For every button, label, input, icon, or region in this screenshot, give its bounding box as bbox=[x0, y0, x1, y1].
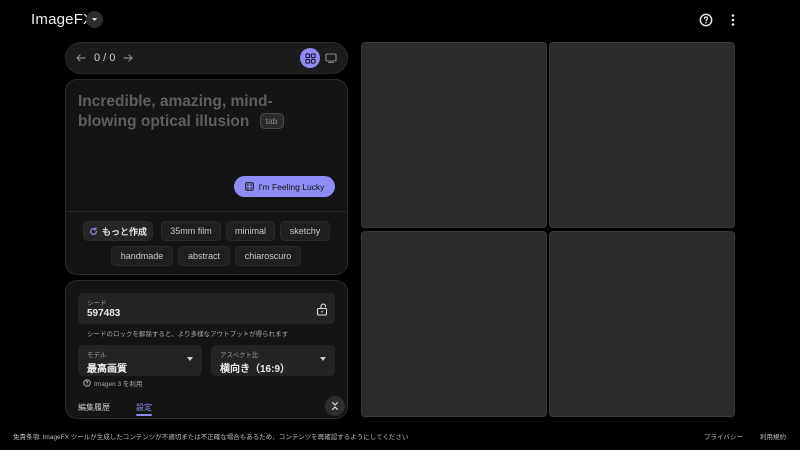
feeling-lucky-button[interactable]: I'm Feeling Lucky bbox=[234, 176, 335, 197]
seed-value[interactable]: 597483 bbox=[87, 308, 120, 319]
style-chip-minimal[interactable]: minimal bbox=[226, 221, 275, 241]
prompt-panel: Incredible, amazing, mind-blowing optica… bbox=[65, 79, 348, 275]
app-switcher-button[interactable] bbox=[86, 11, 103, 28]
prompt-divider bbox=[66, 211, 347, 212]
image-slot-2[interactable] bbox=[549, 42, 735, 228]
seed-field[interactable]: シード 597483 bbox=[78, 293, 335, 324]
tab-key-hint: tab bbox=[259, 113, 284, 129]
aspect-ratio-select[interactable]: アスペクト比 横向き（16:9） bbox=[211, 345, 335, 376]
style-chip-chiaroscuro[interactable]: chiaroscuro bbox=[235, 246, 301, 266]
tab-settings[interactable]: 設定 bbox=[136, 402, 152, 413]
result-navigation-bar: 0 / 0 bbox=[65, 42, 348, 74]
seed-lock-button[interactable] bbox=[315, 302, 329, 316]
chevron-down-icon bbox=[91, 18, 98, 21]
image-slot-1[interactable] bbox=[361, 42, 547, 228]
model-value: 最高画質 bbox=[87, 364, 127, 375]
model-select[interactable]: モデル 最高画質 bbox=[78, 345, 202, 376]
chevron-down-icon bbox=[187, 357, 193, 361]
model-note: Imagen 3 を利用 bbox=[83, 378, 142, 388]
model-label: モデル bbox=[87, 352, 107, 359]
next-button[interactable] bbox=[121, 51, 135, 65]
previous-button[interactable] bbox=[74, 51, 88, 65]
chevron-down-icon bbox=[320, 357, 326, 361]
footer-disclaimer: 免責条項: ImageFX ツールが生成したコンテンツが不適切または不正確な場合… bbox=[13, 434, 409, 441]
help-circle-icon bbox=[699, 13, 712, 26]
collapse-icon bbox=[331, 401, 339, 411]
seed-hint: シードのロックを解除すると、より多様なアウトプットが得られます bbox=[87, 331, 289, 338]
more-vert-icon bbox=[731, 13, 734, 26]
aspect-ratio-value: 横向き（16:9） bbox=[220, 364, 291, 375]
terms-link[interactable]: 利用規約 bbox=[760, 431, 786, 441]
single-view-button[interactable] bbox=[324, 51, 338, 65]
result-counter: 0 / 0 bbox=[94, 52, 116, 64]
privacy-link[interactable]: プライバシー bbox=[704, 431, 743, 441]
collapse-panel-button[interactable] bbox=[325, 396, 345, 416]
refresh-icon bbox=[90, 226, 97, 235]
feeling-lucky-label: I'm Feeling Lucky bbox=[258, 181, 325, 192]
prompt-placeholder-text: Incredible, amazing, mind-blowing optica… bbox=[78, 93, 273, 130]
settings-panel: シード 597483 シードのロックを解除すると、より多様なアウトプットが得られ… bbox=[65, 280, 348, 419]
single-view-icon bbox=[325, 53, 337, 63]
unlock-icon bbox=[316, 303, 328, 316]
app-title[interactable]: ImageFX bbox=[31, 11, 93, 28]
top-bar: ImageFX bbox=[0, 0, 800, 40]
style-chip-35mm-film[interactable]: 35mm film bbox=[161, 221, 221, 241]
dice-icon bbox=[244, 182, 254, 191]
active-tab-indicator bbox=[136, 414, 152, 416]
model-note-text: Imagen 3 を利用 bbox=[94, 381, 143, 388]
arrow-right-icon bbox=[123, 54, 133, 62]
style-chip-handmade[interactable]: handmade bbox=[111, 246, 173, 266]
image-slot-4[interactable] bbox=[549, 231, 735, 417]
tab-edit-history[interactable]: 編集履歴 bbox=[78, 402, 110, 413]
style-chip-abstract[interactable]: abstract bbox=[178, 246, 230, 266]
prompt-input[interactable]: Incredible, amazing, mind-blowing optica… bbox=[78, 92, 328, 132]
grid-view-icon bbox=[304, 52, 316, 64]
more-options-button[interactable] bbox=[724, 11, 741, 28]
more-generate-label: もっと作成 bbox=[101, 226, 147, 237]
image-slot-3[interactable] bbox=[361, 231, 547, 417]
seed-label: シード bbox=[87, 300, 107, 307]
style-chip-sketchy[interactable]: sketchy bbox=[280, 221, 330, 241]
arrow-left-icon bbox=[76, 54, 86, 62]
help-circle-icon bbox=[83, 379, 91, 387]
help-button[interactable] bbox=[697, 11, 714, 28]
more-generate-button[interactable]: もっと作成 bbox=[83, 221, 153, 241]
aspect-ratio-label: アスペクト比 bbox=[220, 352, 259, 359]
grid-view-button[interactable] bbox=[300, 48, 320, 68]
